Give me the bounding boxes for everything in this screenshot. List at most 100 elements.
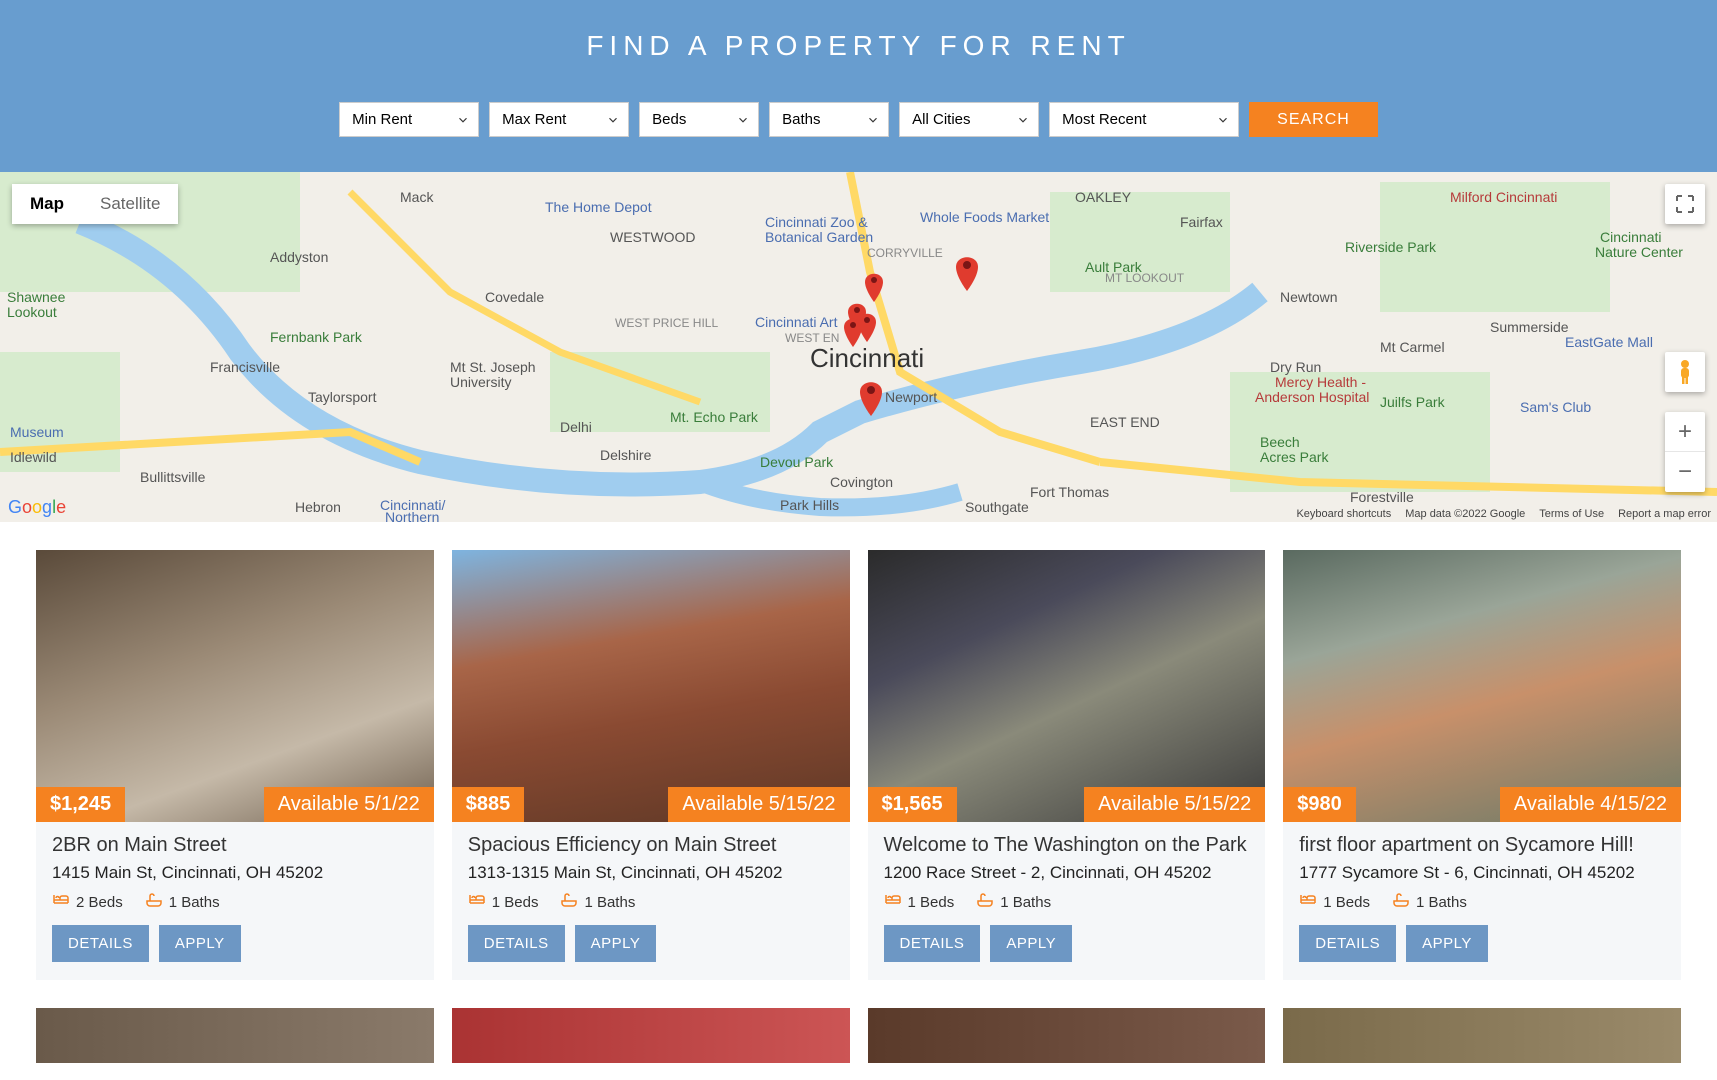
property-card-partial[interactable]	[1283, 1008, 1681, 1063]
price-badge: $885	[452, 787, 525, 822]
beds-stat: 2 Beds	[52, 893, 123, 911]
baths-value: 1 Baths	[1000, 894, 1051, 911]
bed-icon	[884, 893, 902, 911]
bath-icon	[145, 893, 163, 911]
terms-link[interactable]: Terms of Use	[1539, 508, 1604, 520]
details-button[interactable]: DETAILS	[468, 925, 565, 962]
property-card-partial[interactable]	[36, 1008, 434, 1063]
svg-text:Newport: Newport	[885, 389, 937, 405]
svg-text:Newtown: Newtown	[1280, 289, 1338, 305]
details-button[interactable]: DETAILS	[1299, 925, 1396, 962]
svg-text:Bullittsville: Bullittsville	[140, 469, 206, 485]
svg-text:Taylorsport: Taylorsport	[308, 389, 377, 405]
svg-text:Whole Foods Market: Whole Foods Market	[920, 209, 1049, 225]
svg-text:MT LOOKOUT: MT LOOKOUT	[1105, 271, 1185, 285]
property-title[interactable]: 2BR on Main Street	[52, 834, 418, 857]
min-rent-select[interactable]: Min Rent	[339, 102, 479, 137]
property-actions: DETAILS APPLY	[468, 925, 834, 962]
beds-value: 1 Beds	[908, 894, 955, 911]
beds-value: 1 Beds	[1323, 894, 1370, 911]
baths-value: 1 Baths	[584, 894, 635, 911]
property-card-partial[interactable]	[868, 1008, 1266, 1063]
availability-badge: Available 5/15/22	[1084, 787, 1265, 822]
svg-text:Riverside Park: Riverside Park	[1345, 239, 1437, 255]
svg-text:Delshire: Delshire	[600, 447, 652, 463]
svg-text:Southgate: Southgate	[965, 499, 1029, 515]
svg-text:EastGate Mall: EastGate Mall	[1565, 334, 1653, 350]
svg-text:Nature Center: Nature Center	[1595, 244, 1683, 260]
property-body: Welcome to The Washington on the Park 12…	[868, 822, 1266, 980]
bed-icon	[52, 893, 70, 911]
cities-select[interactable]: All Cities	[899, 102, 1039, 137]
property-stats: 1 Beds 1 Baths	[468, 893, 834, 911]
pegman-button[interactable]	[1665, 352, 1705, 392]
beds-select[interactable]: Beds	[639, 102, 759, 137]
fullscreen-button[interactable]	[1665, 184, 1705, 224]
apply-button[interactable]: APPLY	[990, 925, 1072, 962]
property-title[interactable]: Spacious Efficiency on Main Street	[468, 834, 834, 857]
property-address: 1777 Sycamore St - 6, Cincinnati, OH 452…	[1299, 863, 1665, 883]
details-button[interactable]: DETAILS	[52, 925, 149, 962]
svg-text:Idlewild: Idlewild	[10, 449, 57, 465]
svg-text:OAKLEY: OAKLEY	[1075, 189, 1132, 205]
svg-text:Lookout: Lookout	[7, 304, 57, 320]
listings-partial-row	[0, 1008, 1717, 1063]
svg-text:WEST PRICE HILL: WEST PRICE HILL	[615, 316, 718, 330]
property-body: first floor apartment on Sycamore Hill! …	[1283, 822, 1681, 980]
beds-value: 1 Beds	[492, 894, 539, 911]
keyboard-shortcuts-link[interactable]: Keyboard shortcuts	[1296, 508, 1391, 520]
report-error-link[interactable]: Report a map error	[1618, 508, 1711, 520]
search-button[interactable]: SEARCH	[1249, 102, 1378, 137]
price-badge: $1,565	[868, 787, 957, 822]
sort-select[interactable]: Most Recent	[1049, 102, 1239, 137]
property-address: 1415 Main St, Cincinnati, OH 45202	[52, 863, 418, 883]
map[interactable]: Cincinnati Mack WESTWOOD Addyston Coveda…	[0, 172, 1717, 522]
zoom-in-button[interactable]: +	[1665, 412, 1705, 452]
property-body: Spacious Efficiency on Main Street 1313-…	[452, 822, 850, 980]
apply-button[interactable]: APPLY	[575, 925, 657, 962]
details-button[interactable]: DETAILS	[884, 925, 981, 962]
baths-stat: 1 Baths	[560, 893, 635, 911]
map-type-toggle: Map Satellite	[12, 184, 178, 224]
svg-text:Covington: Covington	[830, 474, 893, 490]
price-badge: $1,245	[36, 787, 125, 822]
baths-value: 1 Baths	[1416, 894, 1467, 911]
property-card-partial[interactable]	[452, 1008, 850, 1063]
zoom-out-button[interactable]: −	[1665, 452, 1705, 492]
beds-stat: 1 Beds	[884, 893, 955, 911]
beds-stat: 1 Beds	[1299, 893, 1370, 911]
bed-icon	[468, 893, 486, 911]
svg-text:Dry Run: Dry Run	[1270, 359, 1321, 375]
property-image[interactable]: $885 Available 5/15/22	[452, 550, 850, 822]
svg-text:Botanical Garden: Botanical Garden	[765, 229, 873, 245]
price-badge: $980	[1283, 787, 1356, 822]
svg-text:Mt Carmel: Mt Carmel	[1380, 339, 1445, 355]
svg-text:Covedale: Covedale	[485, 289, 544, 305]
map-canvas[interactable]: Cincinnati Mack WESTWOOD Addyston Coveda…	[0, 172, 1717, 522]
property-actions: DETAILS APPLY	[52, 925, 418, 962]
apply-button[interactable]: APPLY	[159, 925, 241, 962]
availability-badge: Available 4/15/22	[1500, 787, 1681, 822]
svg-text:Cincinnati: Cincinnati	[1600, 229, 1661, 245]
map-type-map[interactable]: Map	[12, 184, 82, 224]
property-image[interactable]: $1,245 Available 5/1/22	[36, 550, 434, 822]
svg-text:Park Hills: Park Hills	[780, 497, 839, 513]
svg-text:Sam's Club: Sam's Club	[1520, 399, 1591, 415]
svg-text:Forestville: Forestville	[1350, 489, 1414, 505]
fullscreen-icon	[1676, 195, 1694, 213]
property-title[interactable]: Welcome to The Washington on the Park	[884, 834, 1250, 857]
property-image[interactable]: $1,565 Available 5/15/22	[868, 550, 1266, 822]
property-actions: DETAILS APPLY	[884, 925, 1250, 962]
property-image[interactable]: $980 Available 4/15/22	[1283, 550, 1681, 822]
map-type-satellite[interactable]: Satellite	[82, 184, 178, 224]
svg-text:WEST EN: WEST EN	[785, 331, 839, 345]
beds-value: 2 Beds	[76, 894, 123, 911]
svg-text:Beech: Beech	[1260, 434, 1300, 450]
bed-icon	[1299, 893, 1317, 911]
svg-text:Mercy Health -: Mercy Health -	[1275, 374, 1366, 390]
property-title[interactable]: first floor apartment on Sycamore Hill!	[1299, 834, 1665, 857]
search-row: Min Rent Max Rent Beds Baths All Cities …	[0, 102, 1717, 137]
apply-button[interactable]: APPLY	[1406, 925, 1488, 962]
baths-select[interactable]: Baths	[769, 102, 889, 137]
max-rent-select[interactable]: Max Rent	[489, 102, 629, 137]
